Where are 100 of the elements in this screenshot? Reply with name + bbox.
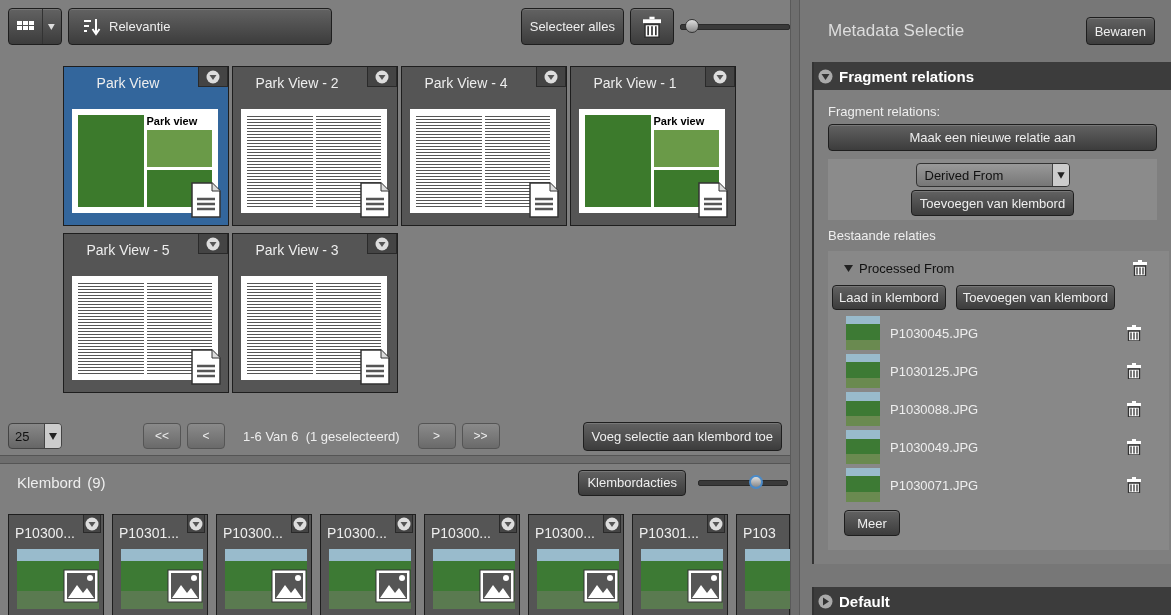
clipboard-item[interactable]: P10300... xyxy=(528,514,624,615)
page-preview-drawing: Park view xyxy=(579,109,725,213)
sort-icon xyxy=(83,17,101,36)
document-icon xyxy=(359,181,391,219)
previous-page-button[interactable]: < xyxy=(187,423,225,449)
pagination-status: 1-6 Van 6 (1 geselecteerd) xyxy=(243,428,400,444)
file-name: P10300... xyxy=(222,524,283,542)
trash-icon[interactable] xyxy=(643,15,661,38)
clipboard-item[interactable]: P10301... xyxy=(632,514,728,615)
file-name: P10301... xyxy=(118,524,179,542)
document-card[interactable]: Park View - 5 xyxy=(63,233,229,393)
clipboard-count: (9) xyxy=(87,474,106,492)
field-label: Fragment relations: xyxy=(828,104,941,119)
collapse-icon[interactable] xyxy=(844,264,853,272)
file-name: P10300... xyxy=(430,524,491,542)
document-title: Park View - 2 xyxy=(254,74,340,91)
image-icon xyxy=(583,569,619,604)
trash-icon[interactable] xyxy=(1127,439,1141,455)
dropdown-icon[interactable] xyxy=(395,515,413,534)
first-page-button[interactable]: << xyxy=(143,423,181,449)
clipboard-item[interactable]: P10300... xyxy=(320,514,416,615)
trash-icon[interactable] xyxy=(1127,325,1141,341)
image-icon xyxy=(63,569,99,604)
document-title: Park View - 1 xyxy=(592,74,678,91)
photo-placeholder xyxy=(846,468,880,502)
file-name: P10300... xyxy=(534,524,595,542)
file-name: P10300... xyxy=(14,524,75,542)
trash-icon[interactable] xyxy=(1127,401,1141,417)
section-header[interactable]: Fragment relations xyxy=(814,62,1171,90)
trash-icon[interactable] xyxy=(1133,260,1147,276)
dropdown-icon[interactable] xyxy=(198,234,228,254)
caret-icon xyxy=(44,424,61,448)
clipboard-title: Klembord xyxy=(17,474,82,492)
file-name: P1030049.JPG xyxy=(890,439,979,455)
slider-thumb[interactable] xyxy=(749,474,764,489)
clipboard-item[interactable]: P10300... xyxy=(424,514,520,615)
view-toggle-button[interactable] xyxy=(8,8,62,45)
dropdown-icon[interactable] xyxy=(291,515,309,534)
document-icon xyxy=(190,348,222,386)
document-card[interactable]: Park View - 3 xyxy=(232,233,398,393)
image-icon xyxy=(687,569,723,604)
photo-placeholder xyxy=(846,354,880,388)
file-name: P1030088.JPG xyxy=(890,401,979,417)
dropdown-icon[interactable] xyxy=(603,515,621,534)
dropdown-icon[interactable] xyxy=(705,67,735,87)
clipboard-item[interactable]: P10300... xyxy=(8,514,104,615)
section-header[interactable]: Default xyxy=(814,587,1171,615)
last-page-button[interactable]: >> xyxy=(461,423,500,449)
file-name: P103 xyxy=(742,524,776,542)
clipboard-item[interactable]: P10301... xyxy=(112,514,208,615)
document-card[interactable]: Park View - 4 xyxy=(401,66,567,226)
relation-type-dropdown[interactable]: Derived From xyxy=(915,163,1070,187)
save-button[interactable]: Bewaren xyxy=(1085,17,1155,45)
dropdown-icon[interactable] xyxy=(499,515,517,534)
document-title: Park View - 3 xyxy=(254,241,340,258)
add-to-clipboard-button[interactable]: Voeg selectie aan klembord toe xyxy=(582,421,782,451)
relation-group-title: Processed From xyxy=(859,260,955,276)
document-title: Park View - 4 xyxy=(423,74,509,91)
trash-icon[interactable] xyxy=(1127,363,1141,379)
panel-title: Metadata Selectie xyxy=(828,21,965,41)
delete-button[interactable] xyxy=(630,8,674,45)
caret-icon xyxy=(1051,164,1069,186)
document-title: Park View - 5 xyxy=(85,241,171,258)
trash-icon[interactable] xyxy=(1127,477,1141,493)
more-button[interactable]: Meer xyxy=(844,510,900,536)
add-from-clipboard-button[interactable]: Toevoegen van klembord xyxy=(955,285,1115,310)
document-card[interactable]: Park View Park view xyxy=(63,66,229,226)
dropdown-icon[interactable] xyxy=(367,234,397,254)
new-relation-button[interactable]: Maak een nieuwe relatie aan xyxy=(828,124,1157,151)
image-icon xyxy=(167,569,203,604)
clipboard-actions-button[interactable]: Klembordacties xyxy=(578,469,686,496)
clipboard-item[interactable]: P10300... xyxy=(216,514,312,615)
dropdown-icon[interactable] xyxy=(83,515,101,534)
photo-placeholder xyxy=(846,392,880,426)
page-size-dropdown[interactable]: 25 xyxy=(8,423,62,449)
load-to-clipboard-button[interactable]: Laad in klembord xyxy=(832,285,946,310)
dropdown-icon[interactable] xyxy=(707,515,725,534)
dropdown-icon[interactable] xyxy=(536,67,566,87)
document-icon xyxy=(697,181,729,219)
image-icon xyxy=(271,569,307,604)
document-icon xyxy=(190,181,222,219)
document-card[interactable]: Park View - 1 Park view xyxy=(570,66,736,226)
section-title: Default xyxy=(839,592,890,610)
file-name: P10300... xyxy=(326,524,387,542)
dropdown-icon[interactable] xyxy=(187,515,205,534)
file-name: P1030045.JPG xyxy=(890,325,979,341)
slider-thumb[interactable] xyxy=(684,18,699,33)
dropdown-icon[interactable] xyxy=(198,67,228,87)
document-card[interactable]: Park View - 2 xyxy=(232,66,398,226)
select-all-button[interactable]: Selecteer alles xyxy=(520,8,624,45)
add-from-clipboard-button[interactable]: Toevoegen van klembord xyxy=(910,190,1075,216)
image-icon xyxy=(375,569,411,604)
photo-placeholder xyxy=(846,430,880,464)
dropdown-icon[interactable] xyxy=(367,67,397,87)
file-name: P1030125.JPG xyxy=(890,363,979,379)
page-preview-drawing: Park view xyxy=(72,109,218,213)
photo-placeholder xyxy=(745,549,790,610)
next-page-button[interactable]: > xyxy=(417,423,456,449)
sort-button[interactable]: Relevantie xyxy=(68,8,332,45)
clipboard-item[interactable]: P103 xyxy=(736,514,790,615)
